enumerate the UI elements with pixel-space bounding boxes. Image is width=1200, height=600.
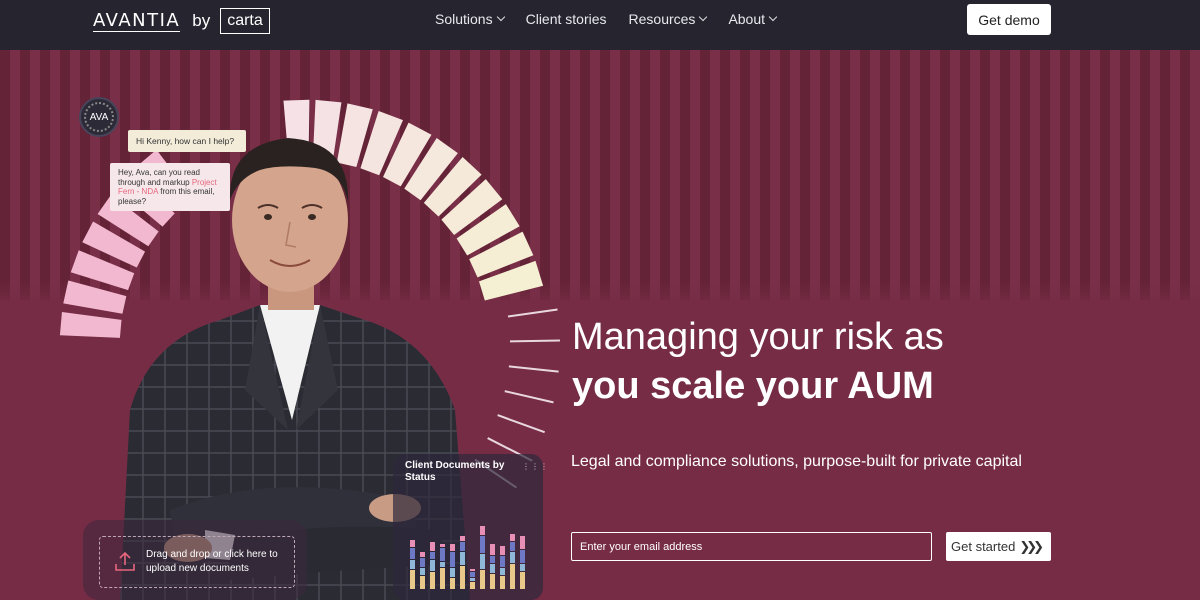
chart-bar-segment [450, 552, 455, 567]
chart-bar-segment [470, 578, 475, 581]
hero-subheadline: Legal and compliance solutions, purpose-… [571, 453, 1022, 470]
nav-menu: Solutions Client stories Resources About [435, 0, 778, 38]
chart-bar-segment [430, 572, 435, 589]
nav-item-label: Resources [628, 11, 696, 27]
chart-bar-segment [430, 542, 435, 551]
chart-bar-segment [430, 552, 435, 559]
get-started-button[interactable]: Get started ❯❯❯ [946, 532, 1051, 561]
chart-bar-segment [510, 552, 515, 563]
ava-avatar: AVA [79, 97, 119, 137]
chart-bar-segment [430, 560, 435, 571]
chart-bar-segment [420, 552, 425, 557]
chart-bar-segment [470, 582, 475, 589]
chart-bar-segment [510, 564, 515, 589]
chart-bar-segment [410, 560, 415, 569]
chart-bar-segment [420, 568, 425, 575]
chart-bar-segment [440, 544, 445, 547]
chart-bar-segment [520, 550, 525, 563]
chevron-down-icon [768, 12, 778, 22]
nav-item-label: Solutions [435, 11, 493, 27]
brand-logo[interactable]: AVANTIA by carta [93, 6, 270, 36]
chart-bar-segment [490, 564, 495, 573]
chart-bar-segment [460, 542, 465, 551]
nav-item-resources[interactable]: Resources [628, 11, 708, 27]
chart-bar-segment [440, 548, 445, 561]
chevron-down-icon [699, 12, 708, 22]
arc-tick [508, 365, 559, 373]
logo-avantia: AVANTIA [93, 9, 181, 32]
arc-tick [507, 308, 558, 318]
docs-card-title: Client Documents by Status [405, 460, 505, 483]
chart-bar-segment [470, 569, 475, 571]
chart-bar-segment [450, 568, 455, 577]
chart-bar-segment [490, 574, 495, 589]
chart-bar-segment [410, 548, 415, 559]
chat-bubble-assistant: Hi Kenny, how can I help? [128, 130, 246, 152]
nav-item-client-stories[interactable]: Client stories [526, 11, 607, 27]
chart-bar-segment [520, 536, 525, 549]
chart-bar-segment [440, 562, 445, 567]
chart-bar-segment [460, 566, 465, 589]
chart-bar-segment [410, 570, 415, 589]
chart-bar-segment [490, 556, 495, 563]
logo-by: by [192, 11, 211, 30]
ava-ring [84, 102, 114, 132]
arc-tick [504, 390, 554, 404]
chart-bar-segment [470, 572, 475, 577]
chevron-down-icon [496, 12, 505, 22]
chart-bar-segment [500, 546, 505, 555]
chevrons-right-icon: ❯❯❯ [1019, 538, 1044, 554]
logo-carta: carta [220, 8, 270, 34]
hero-headline-line2: you scale your AUM [572, 365, 934, 407]
nav-item-label: About [728, 11, 766, 27]
hero-section: AVA Hi Kenny, how can I help? Hey, Ava, … [0, 50, 1200, 600]
chart-bar-segment [520, 572, 525, 589]
chart-bar-segment [480, 526, 485, 535]
nav-item-about[interactable]: About [728, 11, 778, 27]
get-started-label: Get started [951, 539, 1016, 554]
chart-bar-segment [480, 536, 485, 553]
chart-bar-segment [500, 556, 505, 567]
upload-instructions: Drag and drop or click here to upload ne… [146, 549, 278, 574]
top-navigation: AVANTIA by carta Solutions Client storie… [0, 0, 1200, 50]
chart-bar-segment [410, 540, 415, 547]
upload-icon [115, 551, 135, 571]
chart-bar-segment [420, 558, 425, 567]
chart-bar-segment [460, 552, 465, 565]
nav-item-solutions[interactable]: Solutions [435, 11, 505, 27]
chart-bar-segment [500, 568, 505, 575]
arc-tick [497, 414, 545, 434]
chart-bar-segment [420, 576, 425, 589]
chart-bar-segment [510, 542, 515, 551]
drag-handle-icon[interactable]: ⋮⋮⋮ [522, 462, 549, 471]
arc-tick [509, 339, 560, 343]
email-input[interactable] [571, 532, 932, 561]
nav-item-label: Client stories [525, 11, 607, 27]
chat-bubble-user: Hey, Ava, can you read through and marku… [110, 163, 230, 211]
chart-bar-segment [480, 570, 485, 589]
get-demo-button[interactable]: Get demo [967, 4, 1051, 35]
documents-status-chart [410, 526, 525, 589]
chart-bar-segment [510, 534, 515, 541]
hero-headline-line1: Managing your risk as [572, 316, 944, 358]
chart-bar-segment [450, 544, 455, 551]
chart-bar-segment [490, 544, 495, 555]
chart-bar-segment [460, 536, 465, 541]
chart-bar-segment [480, 554, 485, 569]
chat-text: Hey, Ava, can you read through and marku… [118, 168, 200, 187]
chart-bar-segment [440, 568, 445, 589]
chart-bar-segment [520, 564, 525, 571]
chart-bar-segment [450, 578, 455, 589]
chart-bar-segment [500, 576, 505, 589]
